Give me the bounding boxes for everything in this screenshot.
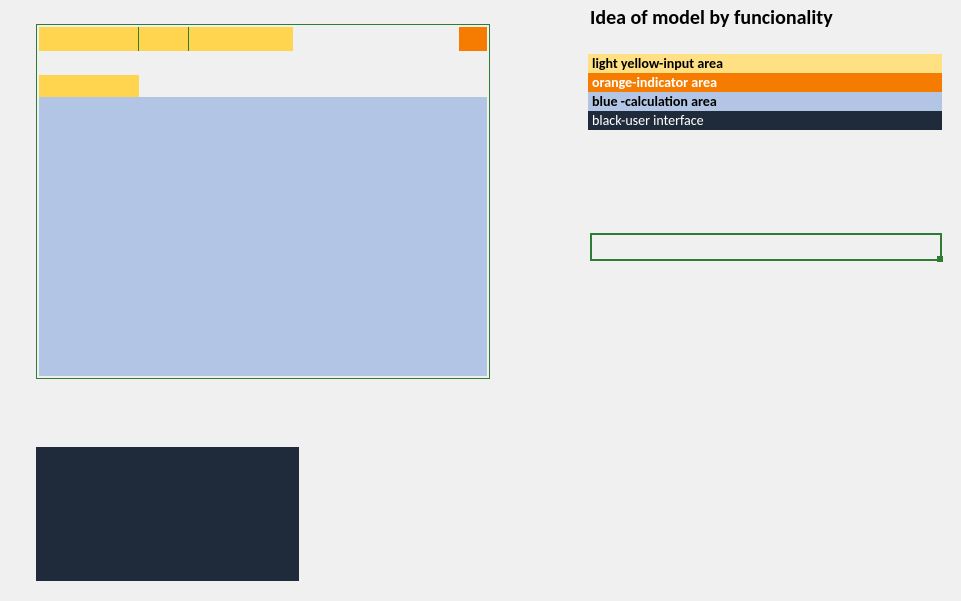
page-title: Idea of model by funcionality	[590, 6, 833, 30]
legend: light yellow-input area orange-indicator…	[588, 54, 942, 130]
user-interface-area	[36, 447, 299, 581]
legend-item-indicator: orange-indicator area	[588, 73, 942, 92]
legend-item-input: light yellow-input area	[588, 54, 942, 73]
model-diagram-box	[36, 24, 490, 379]
indicator-area-cell	[459, 27, 487, 51]
input-area-cell	[39, 27, 139, 51]
legend-item-calculation: blue -calculation area	[588, 92, 942, 111]
fill-handle-icon[interactable]	[937, 256, 943, 262]
selected-cell-outline[interactable]	[590, 233, 942, 261]
input-area-cell	[189, 27, 293, 51]
model-second-row	[37, 75, 489, 97]
input-area-cell	[39, 75, 139, 97]
model-top-row	[37, 27, 489, 51]
input-area-cell	[139, 27, 189, 51]
calculation-area	[39, 97, 487, 376]
model-inner	[37, 25, 489, 378]
spacer	[293, 27, 459, 51]
legend-item-ui: black-user interface	[588, 111, 942, 130]
gap-row	[37, 51, 489, 75]
